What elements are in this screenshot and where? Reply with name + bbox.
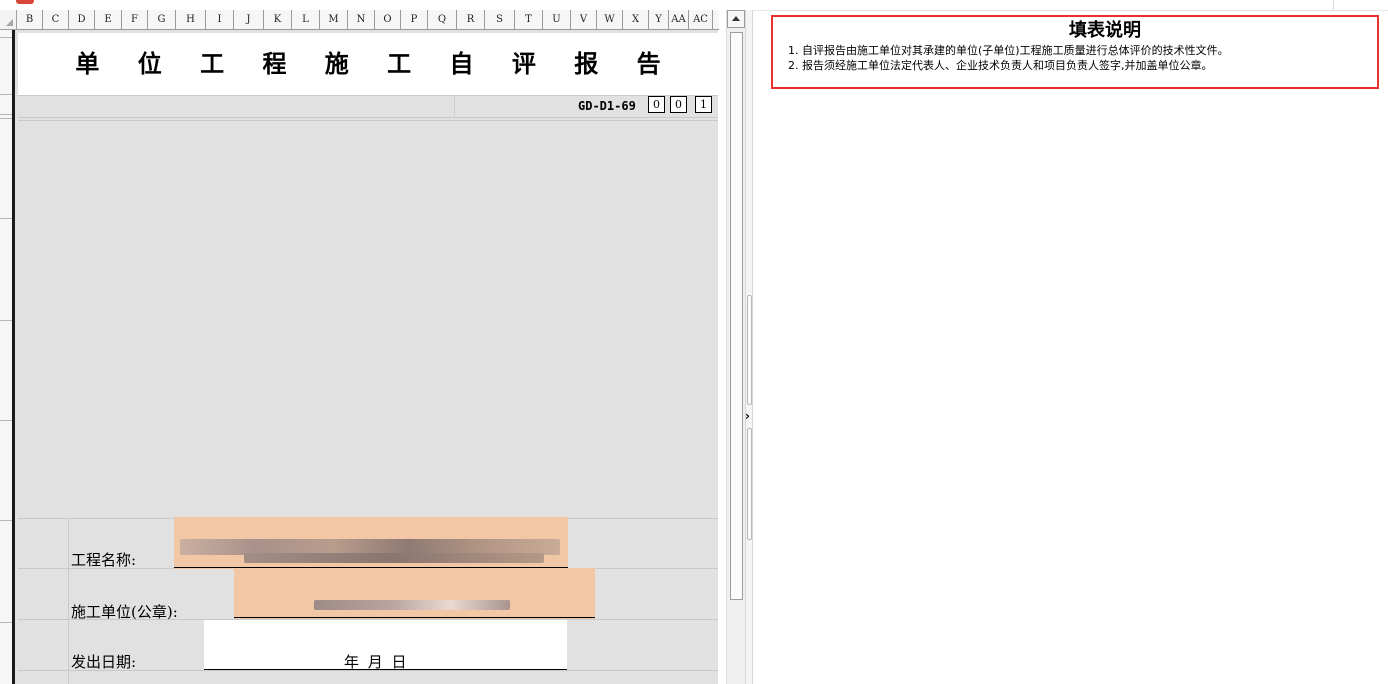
column-header[interactable]: K	[264, 10, 292, 29]
column-header[interactable]: AC	[689, 10, 713, 29]
toolbar-separator	[1333, 0, 1334, 10]
column-header[interactable]: P	[401, 10, 428, 29]
row-divider	[0, 520, 12, 521]
column-header[interactable]: U	[543, 10, 571, 29]
project-name-label: 工程名称:	[71, 551, 137, 569]
instructions-panel: 填表说明 1. 自评报告由施工单位对其承建的单位(子单位)工程施工质量进行总体评…	[771, 15, 1379, 89]
row-divider	[0, 118, 12, 119]
row-divider	[0, 218, 12, 219]
column-header[interactable]: Y	[649, 10, 669, 29]
column-header[interactable]: X	[623, 10, 649, 29]
pane-splitter[interactable]: ›	[745, 10, 753, 684]
column-header[interactable]: L	[292, 10, 320, 29]
vertical-scrollbar[interactable]	[726, 10, 745, 684]
column-header[interactable]: I	[206, 10, 234, 29]
instruction-item: 1. 自评报告由施工单位对其承建的单位(子单位)工程施工质量进行总体评价的技术性…	[788, 44, 1229, 57]
row-divider	[0, 114, 12, 115]
column-header[interactable]: C	[43, 10, 69, 29]
scrollbar-thumb[interactable]	[730, 32, 743, 600]
redacted-text	[244, 553, 544, 563]
code-box[interactable]: 0	[648, 96, 665, 113]
column-line	[68, 518, 69, 684]
column-header[interactable]: T	[515, 10, 543, 29]
column-header[interactable]: F	[122, 10, 148, 29]
app-logo-icon	[16, 0, 34, 4]
column-header[interactable]: E	[95, 10, 122, 29]
column-header[interactable]: M	[320, 10, 348, 29]
row-divider	[0, 622, 12, 623]
instruction-item: 2. 报告须经施工单位法定代表人、企业技术负责人和项目负责人签字,并加盖单位公章…	[788, 59, 1213, 72]
spreadsheet-pane: B C D E F G H I J K L M N O P Q R S T U V W X Y AA AC 单 位 工 程 施 工…	[0, 10, 745, 684]
code-box[interactable]: 0	[670, 96, 687, 113]
contractor-underline	[234, 617, 595, 618]
row-divider	[0, 320, 12, 321]
column-header[interactable]: N	[348, 10, 375, 29]
redacted-text	[314, 600, 510, 610]
column-header[interactable]: Q	[428, 10, 457, 29]
form-code: GD-D1-69	[578, 99, 636, 113]
column-header[interactable]: W	[597, 10, 623, 29]
splitter-grip[interactable]	[747, 428, 752, 540]
column-header[interactable]: V	[571, 10, 597, 29]
report-title: 单 位 工 程 施 工 自 评 报 告	[75, 49, 676, 78]
instructions-title: 填表说明	[1069, 20, 1141, 41]
row-divider	[0, 420, 12, 421]
form-area: 单 位 工 程 施 工 自 评 报 告 GD-D1-69 0 0 1 工程名称:…	[15, 30, 718, 684]
splitter-grip[interactable]	[747, 295, 752, 405]
cell-border	[454, 95, 455, 117]
form-code-row: GD-D1-69 0 0 1	[18, 95, 718, 118]
column-header[interactable]: D	[69, 10, 95, 29]
code-box[interactable]: 1	[695, 96, 712, 113]
select-all-corner[interactable]	[0, 10, 17, 30]
scroll-up-button[interactable]	[727, 10, 745, 28]
column-header[interactable]: H	[176, 10, 206, 29]
row-divider	[0, 37, 12, 38]
issue-date-underline	[204, 669, 567, 670]
column-header[interactable]: B	[17, 10, 43, 29]
chevron-right-icon[interactable]: ›	[745, 409, 750, 423]
column-header[interactable]: O	[375, 10, 401, 29]
column-header[interactable]: G	[148, 10, 176, 29]
contractor-input[interactable]	[234, 568, 595, 619]
column-header[interactable]: J	[234, 10, 264, 29]
issue-date-input[interactable]: 年 月 日	[204, 620, 567, 671]
column-header-bar: B C D E F G H I J K L M N O P Q R S T U V W X Y AA AC	[17, 10, 719, 30]
column-header[interactable]: S	[485, 10, 515, 29]
project-name-input[interactable]	[174, 517, 568, 569]
row-divider	[0, 94, 12, 95]
title-cell[interactable]: 单 位 工 程 施 工 自 评 报 告	[18, 33, 718, 96]
column-header[interactable]: R	[457, 10, 485, 29]
row-line	[18, 120, 718, 121]
contractor-label: 施工单位(公章):	[71, 603, 178, 621]
issue-date-label: 发出日期:	[71, 653, 137, 671]
column-header[interactable]: AA	[669, 10, 689, 29]
